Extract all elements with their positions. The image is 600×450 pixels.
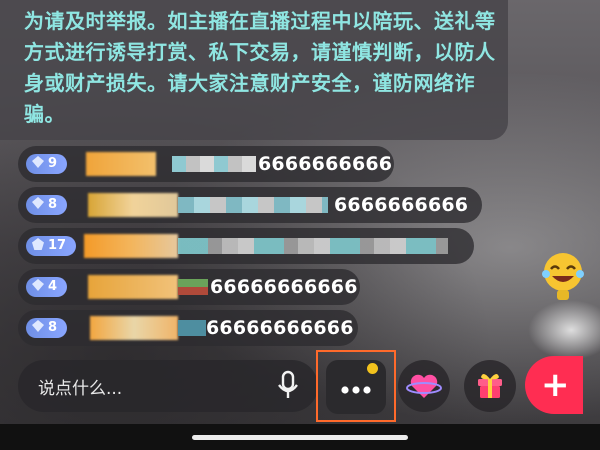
comment-message: 6666666666 <box>258 153 393 175</box>
comment-row[interactable]: 8 6666666666 <box>18 187 482 223</box>
user-level-badge: 8 <box>26 195 68 215</box>
username-mosaic <box>178 238 448 254</box>
gift-button[interactable] <box>464 360 516 412</box>
heart-planet-icon <box>406 370 442 406</box>
username-blurred <box>88 275 178 299</box>
blurred-overlay-area <box>528 300 600 360</box>
comment-row[interactable]: 17 <box>18 228 474 264</box>
diamond-icon <box>32 156 44 168</box>
safety-notice-text: 为请及时举报。如主播在直播过程中以陪玩、送礼等方式进行诱导打赏、私下交易，请谨慎… <box>24 9 496 126</box>
comment-row[interactable]: 4 66666666666 <box>18 269 360 305</box>
comment-input-placeholder[interactable]: 说点什么... <box>38 374 122 399</box>
laughing-emoji-icon <box>538 248 588 302</box>
diamond-icon <box>32 320 44 332</box>
home-indicator[interactable] <box>192 435 408 440</box>
username-blurred <box>90 316 178 340</box>
highlight-frame <box>316 350 396 422</box>
username-blurred <box>84 234 178 258</box>
plus-icon: + <box>541 365 570 405</box>
comment-message: 6666666666 <box>334 194 469 216</box>
user-level-badge: 9 <box>26 154 68 174</box>
plus-button[interactable]: + <box>525 356 583 414</box>
diamond-icon <box>32 197 44 209</box>
user-level-badge: 8 <box>26 318 68 338</box>
username-mosaic <box>172 156 256 172</box>
user-level-badge: 17 <box>26 236 77 256</box>
pentagon-badge-icon <box>32 238 44 250</box>
comment-message: 66666666666 <box>206 317 354 339</box>
username-blurred <box>88 193 178 217</box>
username-blurred <box>86 152 156 176</box>
comment-row[interactable]: 8 66666666666 <box>18 310 358 346</box>
username-mosaic <box>178 279 208 295</box>
comment-row[interactable]: 9 6666666666 <box>18 146 394 182</box>
comment-message: 66666666666 <box>210 276 358 298</box>
user-level-badge: 4 <box>26 277 68 297</box>
username-mosaic <box>178 197 328 213</box>
comment-input-bar[interactable]: 说点什么... <box>18 360 318 412</box>
interaction-button[interactable] <box>398 360 450 412</box>
diamond-icon <box>32 279 44 291</box>
microphone-icon[interactable] <box>274 370 302 402</box>
gift-icon <box>476 370 504 404</box>
username-mosaic <box>178 320 206 336</box>
safety-notice-box: 为请及时举报。如主播在直播过程中以陪玩、送礼等方式进行诱导打赏、私下交易，请谨慎… <box>0 0 508 140</box>
